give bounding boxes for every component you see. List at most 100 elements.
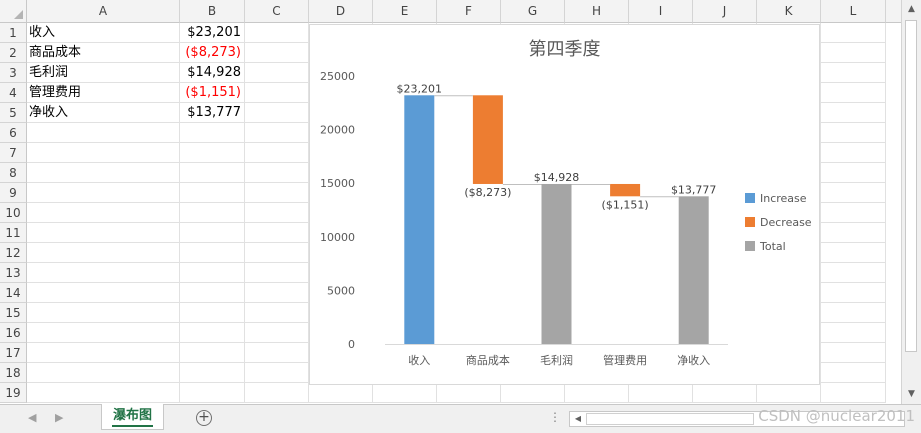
cell[interactable]	[180, 303, 245, 323]
cell[interactable]	[180, 163, 245, 183]
row-header[interactable]: 16	[0, 323, 27, 343]
cell[interactable]	[27, 283, 180, 303]
cell[interactable]	[27, 123, 180, 143]
scroll-left-icon[interactable]: ◀	[571, 412, 585, 426]
column-header[interactable]: L	[821, 0, 886, 23]
cell[interactable]	[245, 43, 309, 63]
row-header[interactable]: 19	[0, 383, 27, 403]
cell[interactable]: 收入	[27, 23, 180, 43]
cell[interactable]: 毛利润	[27, 63, 180, 83]
cell[interactable]: 净收入	[27, 103, 180, 123]
cell[interactable]	[245, 103, 309, 123]
row-header[interactable]: 10	[0, 203, 27, 223]
cell[interactable]	[821, 263, 886, 283]
cell[interactable]	[245, 143, 309, 163]
column-header[interactable]: H	[565, 0, 629, 23]
cell[interactable]	[309, 383, 373, 403]
legend-item-total[interactable]: Total	[745, 240, 786, 253]
cell[interactable]	[821, 203, 886, 223]
scroll-up-icon[interactable]: ▲	[904, 2, 919, 17]
cell[interactable]	[821, 283, 886, 303]
row-header[interactable]: 9	[0, 183, 27, 203]
cell[interactable]	[245, 363, 309, 383]
cell[interactable]	[245, 243, 309, 263]
cell[interactable]: $23,201	[180, 23, 245, 43]
cell[interactable]	[180, 363, 245, 383]
cell[interactable]	[821, 243, 886, 263]
cell[interactable]	[27, 243, 180, 263]
cell[interactable]	[821, 183, 886, 203]
cell[interactable]	[821, 83, 886, 103]
cell[interactable]	[245, 223, 309, 243]
select-all-corner[interactable]	[0, 0, 27, 23]
cell[interactable]	[757, 383, 821, 403]
cell[interactable]	[180, 323, 245, 343]
cell[interactable]	[821, 63, 886, 83]
add-sheet-icon[interactable]: +	[196, 410, 212, 426]
column-header[interactable]: G	[501, 0, 565, 23]
cell[interactable]	[821, 103, 886, 123]
cell[interactable]	[821, 303, 886, 323]
cell[interactable]: ($1,151)	[180, 83, 245, 103]
tab-options-icon[interactable]: ⋮	[549, 410, 561, 424]
cell[interactable]	[821, 43, 886, 63]
cell[interactable]	[245, 303, 309, 323]
cell[interactable]	[245, 123, 309, 143]
cell[interactable]	[821, 343, 886, 363]
cell[interactable]	[27, 223, 180, 243]
row-header[interactable]: 14	[0, 283, 27, 303]
legend-item-increase[interactable]: Increase	[745, 192, 807, 205]
cell[interactable]	[245, 83, 309, 103]
column-header[interactable]: B	[180, 0, 245, 23]
cell[interactable]	[27, 303, 180, 323]
cell[interactable]	[565, 383, 629, 403]
cell[interactable]	[27, 323, 180, 343]
vertical-scroll-thumb[interactable]	[905, 20, 917, 352]
scroll-down-icon[interactable]: ▼	[904, 387, 919, 402]
cell[interactable]	[437, 383, 501, 403]
sheet-tab-waterfall[interactable]: 瀑布图	[101, 404, 164, 430]
row-header[interactable]: 15	[0, 303, 27, 323]
cell[interactable]	[245, 203, 309, 223]
row-header[interactable]: 4	[0, 83, 27, 103]
cell[interactable]	[180, 383, 245, 403]
column-header[interactable]: A	[27, 0, 180, 23]
row-header[interactable]: 1	[0, 23, 27, 43]
cell[interactable]	[245, 63, 309, 83]
horizontal-scroll-thumb[interactable]	[586, 413, 754, 425]
cell[interactable]	[180, 243, 245, 263]
cell[interactable]: $14,928	[180, 63, 245, 83]
cell[interactable]	[180, 263, 245, 283]
row-header[interactable]: 7	[0, 143, 27, 163]
cell[interactable]	[180, 183, 245, 203]
cell[interactable]	[245, 183, 309, 203]
column-header[interactable]: J	[693, 0, 757, 23]
row-header[interactable]: 5	[0, 103, 27, 123]
cell[interactable]	[821, 363, 886, 383]
row-header[interactable]: 18	[0, 363, 27, 383]
row-header[interactable]: 2	[0, 43, 27, 63]
cell[interactable]	[27, 183, 180, 203]
cell[interactable]	[693, 383, 757, 403]
cell[interactable]	[245, 323, 309, 343]
cell[interactable]	[27, 143, 180, 163]
cell[interactable]	[180, 143, 245, 163]
cell[interactable]: 商品成本	[27, 43, 180, 63]
vertical-scrollbar[interactable]: ▲ ▼	[901, 0, 921, 404]
cell[interactable]	[821, 123, 886, 143]
cell[interactable]	[27, 263, 180, 283]
row-header[interactable]: 11	[0, 223, 27, 243]
cell[interactable]	[821, 163, 886, 183]
row-header[interactable]: 17	[0, 343, 27, 363]
cell[interactable]	[180, 283, 245, 303]
prev-sheet-icon[interactable]: ◀	[28, 411, 36, 424]
cell[interactable]	[245, 163, 309, 183]
cell[interactable]	[245, 283, 309, 303]
cell[interactable]	[821, 23, 886, 43]
column-header[interactable]: K	[757, 0, 821, 23]
cell[interactable]	[180, 203, 245, 223]
cell[interactable]	[821, 323, 886, 343]
cell[interactable]	[629, 383, 693, 403]
legend-item-decrease[interactable]: Decrease	[745, 216, 812, 229]
cell[interactable]	[821, 143, 886, 163]
